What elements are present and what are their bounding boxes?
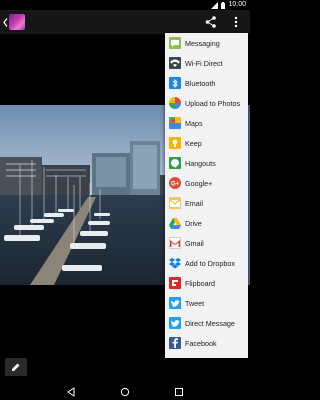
share-item-label: Add to Dropbox [185,258,235,268]
share-item-label: Maps [185,118,203,128]
app-bar [0,10,250,34]
edit-button[interactable] [5,358,27,376]
flipboard-icon [169,277,181,289]
status-icons: 10:00 [211,0,246,10]
drive-icon [169,217,181,229]
share-item-label: Wi-Fi Direct [185,58,223,68]
back-button[interactable] [1,16,9,28]
nav-back-button[interactable] [66,384,76,397]
share-item-label: Bluetooth [185,78,216,88]
share-item-facebook[interactable]: Facebook [165,333,248,353]
navigation-bar [0,378,250,400]
harbor-photo[interactable] [0,105,168,285]
more-vert-icon [234,16,238,28]
share-item-label: Keep [185,138,202,148]
share-item-bluetooth[interactable]: Bluetooth [165,73,248,93]
share-item-label: Hangouts [185,158,216,168]
share-item-direct-message[interactable]: Direct Message [165,313,248,333]
hangouts-icon [169,157,181,169]
share-item-label: Messaging [185,38,220,48]
nav-recents-icon [175,388,183,396]
share-button[interactable] [204,15,218,29]
dropbox-icon [169,257,181,269]
share-item-gmail[interactable]: Gmail [165,233,248,253]
facebook-icon [169,337,181,349]
battery-icon [221,1,226,9]
back-arrow-icon [2,17,8,27]
edit-pencil-icon [12,363,20,371]
share-item-keep[interactable]: Keep [165,133,248,153]
svg-text:G+: G+ [171,182,180,187]
signal-icon [211,1,219,9]
share-item-flipboard[interactable]: Flipboard [165,273,248,293]
nav-home-icon [120,387,130,397]
twitter-dm-icon [169,317,181,329]
share-item-hangouts[interactable]: Hangouts [165,153,248,173]
google-plus-icon: G+ [169,177,181,189]
share-item-drive[interactable]: Drive [165,213,248,233]
bluetooth-icon [169,77,181,89]
share-icon [205,16,216,28]
status-time: 10:00 [228,1,246,8]
nav-home-button[interactable] [120,384,130,397]
photos-icon [169,97,181,109]
overflow-menu-button[interactable] [230,15,242,29]
share-menu: Messaging Wi-Fi Direct Bluetooth Upload … [165,33,248,358]
share-item-google-plus[interactable]: G+ Google+ [165,173,248,193]
twitter-icon [169,297,181,309]
nav-back-icon [67,387,75,397]
share-item-label: Direct Message [185,318,235,328]
share-item-messaging[interactable]: Messaging [165,33,248,53]
keep-icon [169,137,181,149]
share-item-label: Tweet [185,298,205,308]
share-item-upload-to-photos[interactable]: Upload to Photos [165,93,248,113]
share-item-tweet[interactable]: Tweet [165,293,248,313]
share-item-label: Upload to Photos [185,98,241,108]
share-item-label: Email [185,198,203,208]
share-item-label: Flipboard [185,278,215,288]
share-item-label: Facebook [185,338,217,348]
harbor-photo-image [0,105,168,285]
share-item-label: Drive [185,218,202,228]
share-item-label: Gmail [185,238,204,248]
share-item-email[interactable]: Email [165,193,248,213]
share-item-label: Google+ [185,178,213,188]
messaging-icon [169,37,181,49]
share-item-add-to-dropbox[interactable]: Add to Dropbox [165,253,248,273]
maps-icon [169,117,181,129]
email-icon [169,197,181,209]
status-bar: 10:00 [0,0,250,10]
nav-recents-button[interactable] [174,384,184,396]
photo-thumbnail[interactable] [9,14,25,30]
gmail-icon [169,237,181,249]
wifi-icon [169,57,181,69]
share-item-wifi-direct[interactable]: Wi-Fi Direct [165,53,248,73]
share-item-maps[interactable]: Maps [165,113,248,133]
